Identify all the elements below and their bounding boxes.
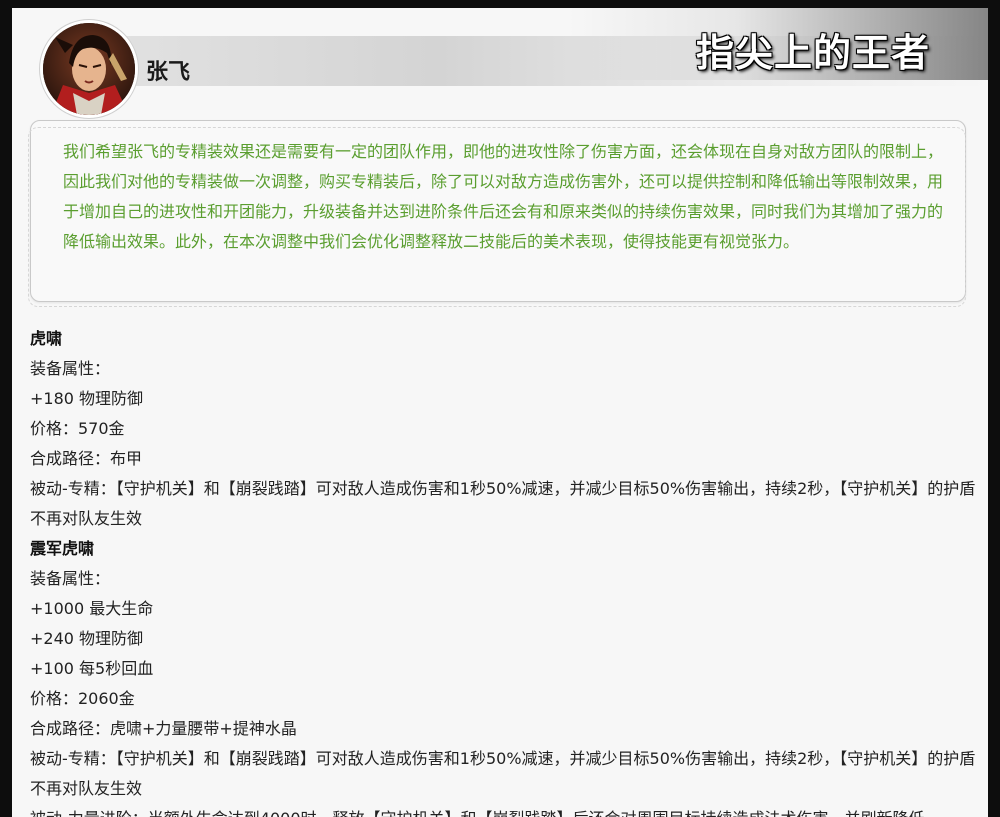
item-line: 合成路径：虎啸+力量腰带+提神水晶 — [30, 719, 297, 738]
item-line: 价格：570金 — [30, 419, 125, 438]
item-line: 价格：2060金 — [30, 689, 135, 708]
item-line: 合成路径：布甲 — [30, 449, 143, 468]
item-line: +1000 最大生命 — [30, 599, 154, 618]
item-title: 虎啸 — [30, 329, 63, 348]
item-line: 被动-力量进阶：当额外生命达到4000时，释放【守护机关】和【崩裂践踏】后还会对… — [30, 804, 980, 817]
item-list: 虎啸 装备属性： +180 物理防御 价格：570金 合成路径：布甲 被动-专精… — [30, 324, 980, 817]
design-note-text: 我们希望张飞的专精装效果还是需要有一定的团队作用，即他的进攻性除了伤害方面，还会… — [63, 142, 944, 251]
hero-name: 张飞 — [146, 60, 191, 85]
item-line: +180 物理防御 — [30, 389, 144, 408]
item-line: 被动-专精：【守护机关】和【崩裂践踏】可对敌人造成伤害和1秒50%减速，并减少目… — [30, 749, 976, 798]
design-note-box: 我们希望张飞的专精装效果还是需要有一定的团队作用，即他的进攻性除了伤害方面，还会… — [28, 120, 966, 307]
item-line: 被动-专精：【守护机关】和【崩裂践踏】可对敌人造成伤害和1秒50%减速，并减少目… — [30, 479, 976, 528]
hero-portrait-icon — [43, 23, 135, 115]
item-line: +240 物理防御 — [30, 629, 144, 648]
item-line: 装备属性： — [30, 359, 111, 378]
article-frame: 张飞 指尖上的王者 我们希望张飞的专精装效果还是需要有一定的团队作用，即他的进攻… — [12, 8, 988, 817]
brand-watermark: 指尖上的王者 — [695, 31, 930, 75]
item-line: 装备属性： — [30, 569, 111, 588]
item-line: +100 每5秒回血 — [30, 659, 154, 678]
hero-avatar — [40, 20, 138, 118]
item-title: 震军虎啸 — [30, 539, 95, 558]
